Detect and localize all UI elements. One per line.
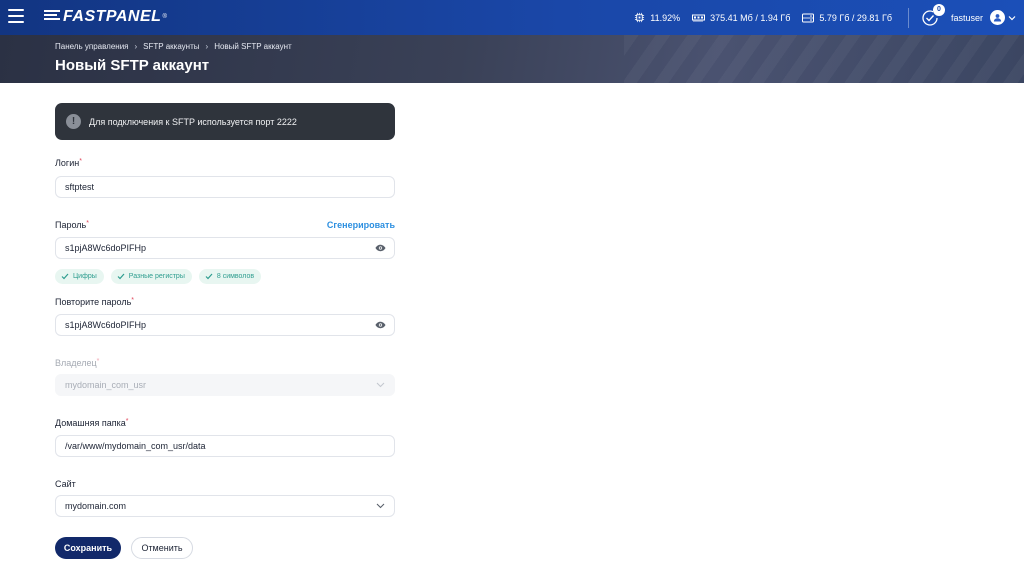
memory-stat: 375.41 Мб / 1.94 Гб xyxy=(692,13,790,23)
check-icon xyxy=(205,273,213,280)
username: fastuser xyxy=(950,12,983,23)
login-label: Логин* xyxy=(55,158,82,168)
password-requirements: Цифры Разные регистры 8 символов xyxy=(55,269,268,284)
menu-icon[interactable] xyxy=(8,9,24,25)
memory-icon xyxy=(692,14,706,22)
divider xyxy=(907,7,909,28)
required-mark: * xyxy=(125,418,129,425)
disk-value: 5.79 Гб / 29.81 Гб xyxy=(819,12,892,23)
owner-select: mydomain_com_usr xyxy=(55,374,395,396)
owner-label: Владелец* xyxy=(55,358,99,368)
home-dir-label: Домашняя папка* xyxy=(55,418,128,428)
required-mark: * xyxy=(131,297,135,304)
requirement-label: Цифры xyxy=(73,273,97,280)
logo-registered-mark: ® xyxy=(162,14,167,20)
home-dir-value: /var/www/mydomain_com_usr/data xyxy=(65,441,206,451)
login-input[interactable]: sftptest xyxy=(55,176,395,198)
site-label: Сайт xyxy=(55,479,76,489)
page-header: Панель управления › SFTP аккаунты › Новы… xyxy=(0,35,1024,83)
breadcrumb: Панель управления › SFTP аккаунты › Новы… xyxy=(55,42,292,51)
requirement-label: 8 символов xyxy=(216,273,255,280)
cpu-stat: 11.92% xyxy=(634,12,680,23)
memory-value: 375.41 Мб / 1.94 Гб xyxy=(710,12,791,23)
save-button[interactable]: Сохранить xyxy=(55,537,121,559)
password-repeat-label-text: Повторите пароль xyxy=(55,297,132,307)
eye-icon[interactable] xyxy=(375,244,386,252)
owner-label-text: Владелец xyxy=(55,358,97,368)
check-icon xyxy=(117,273,125,280)
chevron-down-icon xyxy=(376,382,385,388)
chevron-right-icon: › xyxy=(134,42,138,51)
site-value: mydomain.com xyxy=(65,501,127,511)
user-menu[interactable]: fastuser xyxy=(951,10,1016,25)
required-mark: * xyxy=(96,358,100,365)
password-repeat-input[interactable]: s1pjA8Wc6doPIFHp xyxy=(55,314,395,336)
password-input[interactable]: s1pjA8Wc6doPIFHp xyxy=(55,237,395,259)
breadcrumb-item-sftp-accounts[interactable]: SFTP аккаунты xyxy=(143,42,199,51)
login-label-text: Логин xyxy=(55,158,80,168)
home-dir-input[interactable]: /var/www/mydomain_com_usr/data xyxy=(55,435,395,457)
eye-icon[interactable] xyxy=(375,321,386,329)
logo[interactable]: FASTPANEL ® xyxy=(44,8,167,25)
requirement-label: Разные регистры xyxy=(128,273,185,280)
cpu-icon xyxy=(635,12,645,23)
logo-mark-icon xyxy=(44,10,60,24)
password-repeat-label: Повторите пароль* xyxy=(55,297,134,307)
info-text: Для подключения к SFTP используется порт… xyxy=(89,116,297,127)
breadcrumb-item-current: Новый SFTP аккаунт xyxy=(214,42,292,51)
exclamation-icon: ! xyxy=(66,114,81,129)
sftp-account-form: ! Для подключения к SFTP используется по… xyxy=(55,103,395,559)
disk-icon xyxy=(802,13,815,22)
avatar xyxy=(990,10,1005,25)
check-icon xyxy=(61,273,69,280)
required-mark: * xyxy=(79,158,82,165)
login-value: sftptest xyxy=(65,182,95,192)
disk-stat: 5.79 Гб / 29.81 Гб xyxy=(802,13,892,23)
requirement-chip-digits: Цифры xyxy=(55,269,104,284)
requirement-chip-length: 8 символов xyxy=(198,269,262,284)
owner-value: mydomain_com_usr xyxy=(65,380,147,390)
chevron-right-icon: › xyxy=(205,42,209,51)
info-banner: ! Для подключения к SFTP используется по… xyxy=(55,103,395,140)
password-repeat-value: s1pjA8Wc6doPIFHp xyxy=(65,320,147,330)
home-dir-label-text: Домашняя папка xyxy=(55,418,126,428)
password-value: s1pjA8Wc6doPIFHp xyxy=(65,243,147,253)
chevron-down-icon xyxy=(376,503,385,509)
top-bar: FASTPANEL ® 11.92% 375.41 Мб / 1.94 Гб 5… xyxy=(0,0,1024,35)
chevron-down-icon xyxy=(1008,15,1016,20)
site-select[interactable]: mydomain.com xyxy=(55,495,395,517)
requirement-chip-case: Разные регистры xyxy=(110,269,192,284)
generate-password-link[interactable]: Сгенерировать xyxy=(327,220,395,230)
breadcrumb-item-dashboard[interactable]: Панель управления xyxy=(55,42,129,51)
logo-text: FASTPANEL xyxy=(63,8,162,25)
notifications-badge: 0 xyxy=(932,3,945,16)
user-icon xyxy=(993,14,1002,22)
notifications-button[interactable]: 0 xyxy=(921,3,945,27)
password-label: Пароль* xyxy=(55,220,89,230)
cancel-button[interactable]: Отменить xyxy=(131,537,193,559)
cpu-value: 11.92% xyxy=(650,12,681,23)
password-label-text: Пароль xyxy=(55,220,87,230)
site-label-text: Сайт xyxy=(55,479,76,489)
page-title: Новый SFTP аккаунт xyxy=(55,57,210,74)
required-mark: * xyxy=(86,220,89,227)
